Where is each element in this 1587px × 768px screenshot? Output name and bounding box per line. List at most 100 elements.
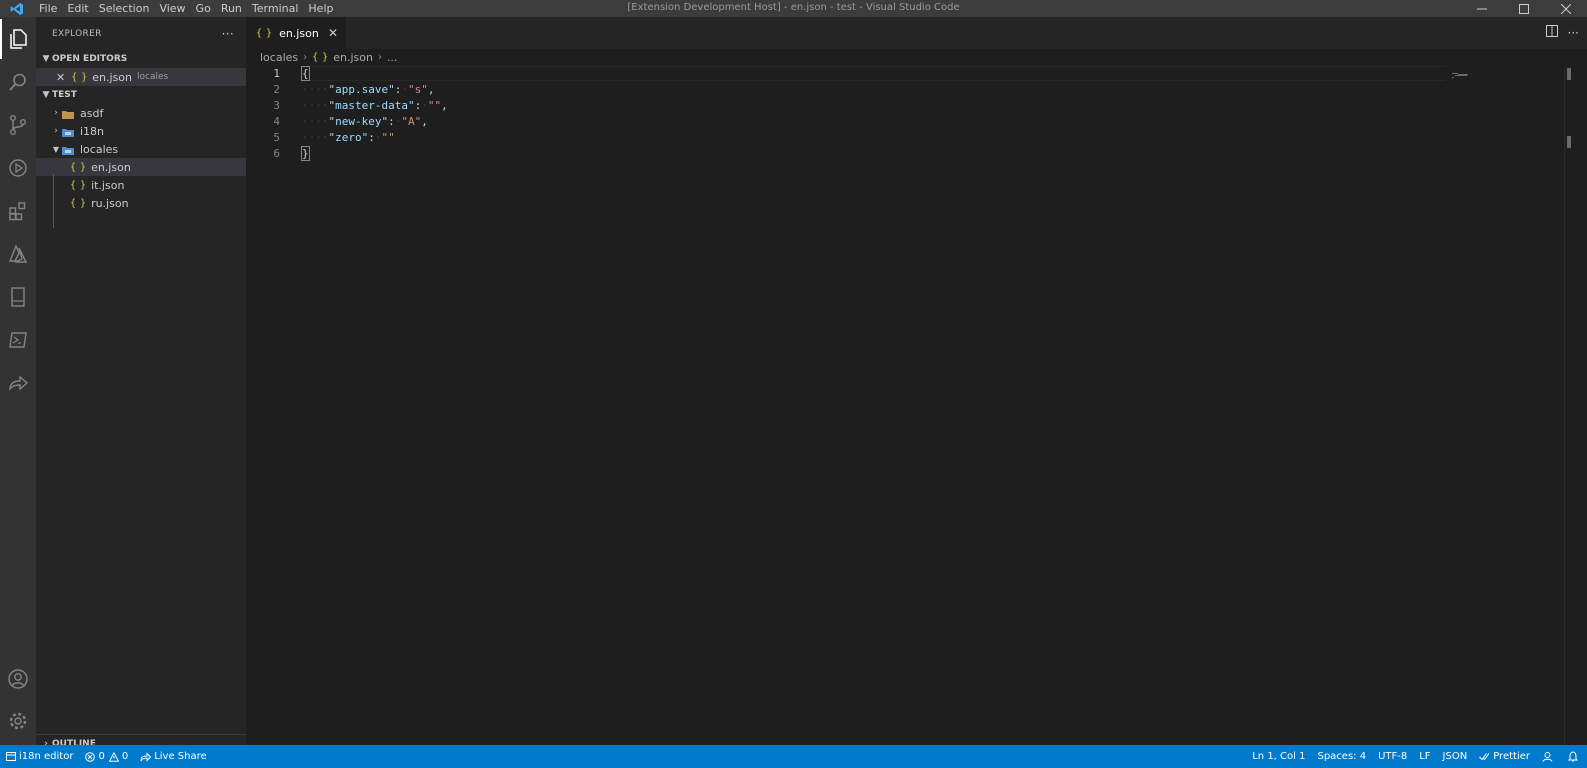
minimap[interactable] [1452, 68, 1472, 78]
tree-folder-locales[interactable]: ▼ locales [36, 140, 246, 158]
whitespace-marker: ···· [302, 99, 329, 112]
code-line[interactable]: ····"master-data":·"", [302, 98, 448, 114]
menu-help[interactable]: Help [303, 0, 338, 17]
code-line[interactable]: { [301, 66, 448, 82]
json-file-icon: { } [256, 27, 272, 39]
source-control-icon[interactable] [0, 105, 36, 145]
explorer-icon[interactable] [0, 19, 36, 59]
status-bar: i18n editor 0 0 Live Share Ln 1, Col 1 S… [0, 745, 1587, 768]
file-label: en.json [91, 160, 131, 174]
powershell-icon[interactable] [0, 320, 36, 360]
minimize-button[interactable] [1461, 0, 1503, 17]
editor-actions: ··· [1545, 25, 1579, 40]
open-editors-header[interactable]: ▼ OPEN EDITORS [36, 50, 246, 68]
tree-file-ru[interactable]: { } ru.json [36, 194, 246, 212]
cursor-position-status[interactable]: Ln 1, Col 1 [1246, 745, 1311, 768]
notifications-button[interactable] [1562, 745, 1587, 768]
split-editor-icon[interactable] [1545, 25, 1558, 40]
more-editor-actions-button[interactable]: ··· [1568, 26, 1579, 40]
breadcrumb-more[interactable]: ... [387, 51, 398, 64]
close-window-button[interactable] [1545, 0, 1587, 17]
code-editor[interactable]: 123456 {····"app.save":·"s", ····"master-… [246, 66, 1564, 744]
search-icon[interactable] [0, 62, 36, 102]
open-editors-label: OPEN EDITORS [52, 54, 128, 64]
locales-folder-icon [62, 145, 74, 155]
line-number: 4 [273, 115, 280, 128]
manage-gear-icon[interactable] [0, 701, 36, 741]
eol-status[interactable]: LF [1413, 745, 1436, 768]
line-number: 3 [273, 99, 280, 112]
tree-folder-asdf[interactable]: › asdf [36, 104, 246, 122]
whitespace-marker: · [421, 99, 428, 112]
code-content[interactable]: {····"app.save":·"s", ····"master-data":·… [301, 66, 448, 162]
code-line[interactable]: ····"app.save":·"s", [302, 82, 448, 98]
menu-terminal[interactable]: Terminal [247, 0, 304, 17]
menu-bar: File Edit Selection View Go Run Terminal… [34, 0, 338, 17]
code-line[interactable]: ····"zero":·"" [302, 130, 448, 146]
feedback-button[interactable] [1536, 745, 1562, 768]
indentation-status[interactable]: Spaces: 4 [1311, 745, 1372, 768]
open-editor-item[interactable]: ✕ { } en.json locales [36, 68, 246, 86]
scrollbar-marker [1567, 68, 1571, 80]
sidebar-title: EXPLORER [52, 28, 102, 39]
maximize-button[interactable] [1503, 0, 1545, 17]
json-string: "" [427, 99, 442, 112]
extensions-icon[interactable] [0, 191, 36, 231]
language-mode-status[interactable]: JSON [1437, 745, 1474, 768]
tree-file-en[interactable]: { } en.json [36, 158, 246, 176]
menu-view[interactable]: View [154, 0, 190, 17]
menu-run[interactable]: Run [216, 0, 247, 17]
code-line[interactable]: } [301, 146, 448, 162]
json-punctuation: { [301, 66, 310, 81]
prettier-status[interactable]: Prettier [1473, 745, 1536, 768]
menu-go[interactable]: Go [191, 0, 216, 17]
close-icon[interactable]: ✕ [56, 71, 65, 84]
whitespace-marker: ···· [302, 83, 329, 96]
tree-folder-i18n[interactable]: › i18n [36, 122, 246, 140]
workspace-label: TEST [52, 90, 77, 100]
whitespace-marker: ···· [302, 115, 329, 128]
json-key: "zero" [328, 131, 369, 144]
breadcrumb-file[interactable]: en.json [333, 51, 373, 64]
i18n-folder-icon [62, 127, 74, 137]
vertical-scrollbar[interactable] [1564, 66, 1587, 744]
tab-label: en.json [279, 26, 319, 40]
live-share-icon[interactable] [0, 363, 36, 403]
more-actions-button[interactable]: ··· [222, 27, 234, 41]
json-string: "s" [407, 83, 428, 96]
breadcrumb-folder[interactable]: locales [260, 51, 298, 64]
folder-label: locales [80, 142, 119, 156]
json-string: "A" [401, 115, 422, 128]
tab-close-button[interactable]: ✕ [328, 26, 338, 40]
json-key: "app.save" [328, 83, 395, 96]
azure-icon[interactable] [0, 234, 36, 274]
tab-en-json[interactable]: { } en.json ✕ [246, 17, 346, 49]
json-punctuation: : [368, 131, 375, 144]
code-line[interactable]: ····"new-key":·"A", [302, 114, 448, 130]
i18n-editor-status[interactable]: i18n editor [0, 745, 79, 768]
workspace-header[interactable]: ▼ TEST [36, 86, 246, 104]
warning-icon [108, 751, 119, 762]
warning-count: 0 [121, 751, 129, 762]
remote-explorer-icon[interactable] [0, 277, 36, 317]
menu-edit[interactable]: Edit [62, 0, 93, 17]
prettier-label: Prettier [1493, 751, 1530, 762]
double-check-icon [1479, 753, 1490, 761]
run-debug-icon[interactable] [0, 148, 36, 188]
file-label: ru.json [91, 196, 129, 210]
menu-selection[interactable]: Selection [94, 0, 155, 17]
chevron-right-icon: › [54, 108, 58, 118]
problems-status[interactable]: 0 0 [79, 745, 134, 768]
chevron-down-icon: ▼ [52, 144, 60, 154]
json-file-icon: { } [70, 179, 86, 191]
sidebar-header: EXPLORER ··· [36, 17, 246, 50]
live-share-status[interactable]: Live Share [134, 745, 212, 768]
bell-icon [1568, 751, 1578, 762]
account-icon[interactable] [0, 659, 36, 699]
whitespace-marker: · [401, 83, 408, 96]
menu-file[interactable]: File [34, 0, 62, 17]
encoding-status[interactable]: UTF-8 [1372, 745, 1413, 768]
tree-file-it[interactable]: { } it.json [36, 176, 246, 194]
line-number: 2 [273, 83, 280, 96]
live-share-label: Live Share [154, 751, 207, 762]
